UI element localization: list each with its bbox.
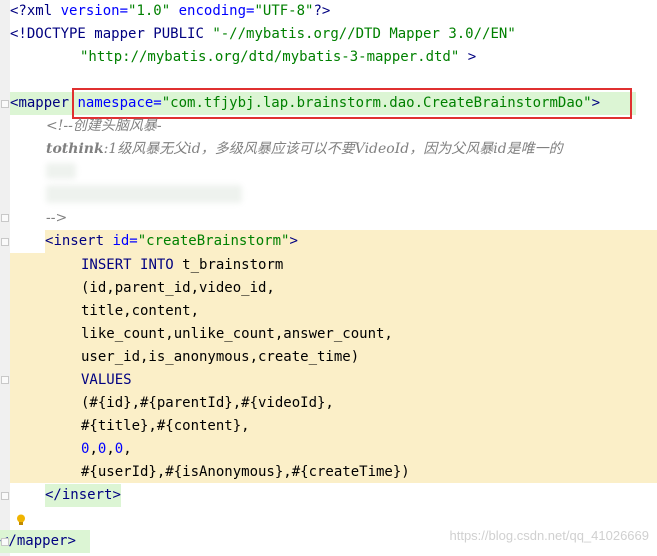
code-token: "-//mybatis.org//DTD Mapper 3.0//EN" [212, 26, 516, 42]
comment-token: --> [46, 210, 68, 226]
code-token: INSERT [81, 257, 132, 273]
code-token: ?> [313, 3, 331, 19]
fold-marker-icon[interactable] [1, 492, 9, 500]
blurred-text [46, 163, 76, 179]
code-line: <?xml version="1.0" encoding="UTF-8"?> [10, 0, 330, 23]
fold-marker-icon[interactable] [1, 376, 9, 384]
code-token: > [289, 233, 298, 249]
code-line: --> [46, 207, 67, 230]
code-token: version= [52, 3, 129, 19]
code-line: "http://mybatis.org/dtd/mybatis-3-mapper… [80, 46, 476, 69]
code-line: <!DOCTYPE mapper PUBLIC "-//mybatis.org/… [10, 23, 516, 46]
code-line: </mapper> [0, 530, 90, 553]
code-token: insert [53, 233, 105, 249]
code-token: , [123, 441, 132, 457]
code-line: INSERT INTO t_brainstorm [81, 254, 283, 277]
code-token: , [106, 441, 115, 457]
code-token: "http://mybatis.org/dtd/mybatis-3-mapper… [80, 49, 460, 65]
code-token: "createBrainstorm" [137, 233, 290, 249]
code-line: title,content, [81, 303, 200, 319]
lightbulb-icon[interactable] [16, 514, 26, 526]
code-line: tothink:1级风暴无父id，多级风暴应该可以不要VideoId，因为父风暴… [46, 138, 563, 161]
code-token: <! [10, 26, 27, 42]
code-token: id= [104, 233, 138, 249]
code-line: #{userId},#{isAnonymous},#{createTime}) [81, 464, 410, 480]
code-token: DOCTYPE [26, 26, 86, 42]
comment-token: tothink [46, 141, 104, 157]
comment-token: <!--创建头脑风暴- [46, 118, 162, 134]
fold-marker-icon[interactable] [1, 100, 9, 108]
fold-marker-icon[interactable] [1, 238, 9, 246]
code-token: , [89, 441, 98, 457]
code-token: mapper PUBLIC [85, 26, 213, 42]
code-line: #{title},#{content}, [81, 418, 250, 434]
code-token: > [112, 487, 121, 503]
code-line: like_count,unlike_count,answer_count, [81, 326, 393, 342]
watermark: https://blog.csdn.net/qq_41026669 [449, 528, 650, 543]
fold-marker-icon[interactable] [1, 538, 9, 546]
code-token: insert [61, 487, 113, 503]
code-line: </insert> [45, 484, 121, 507]
code-token: </ [45, 487, 62, 503]
code-line: (id,parent_id,video_id, [81, 280, 275, 296]
code-token: mapper [18, 95, 70, 111]
blurred-text [46, 185, 242, 203]
code-line: VALUES [81, 372, 132, 388]
code-token: <? [10, 3, 27, 19]
code-line: (#{id},#{parentId},#{videoId}, [81, 395, 334, 411]
fold-marker-icon[interactable] [1, 214, 9, 222]
code-token: t_brainstorm [173, 257, 284, 273]
code-token: 0 [114, 441, 124, 457]
code-line: <insert id="createBrainstorm"> [45, 230, 657, 253]
code-editor[interactable]: <?xml version="1.0" encoding="UTF-8"?> <… [0, 0, 657, 556]
code-token: > [67, 533, 76, 549]
code-token: encoding= [170, 3, 255, 19]
code-token: "1.0" [128, 3, 171, 19]
code-token: INTO [140, 257, 174, 273]
code-line-indent [10, 230, 45, 253]
code-token: "UTF-8" [254, 3, 314, 19]
code-line: <!--创建头脑风暴- [46, 115, 162, 138]
code-line: user_id,is_anonymous,create_time) [81, 349, 360, 365]
code-token: > [459, 49, 477, 65]
comment-token: :1级风暴无父id，多级风暴应该可以不要VideoId，因为父风暴id是唯一的 [103, 141, 563, 157]
code-token: mapper [16, 533, 68, 549]
editor-gutter [0, 0, 10, 556]
code-line: 0,0,0, [81, 438, 132, 461]
code-token: xml [26, 3, 53, 19]
